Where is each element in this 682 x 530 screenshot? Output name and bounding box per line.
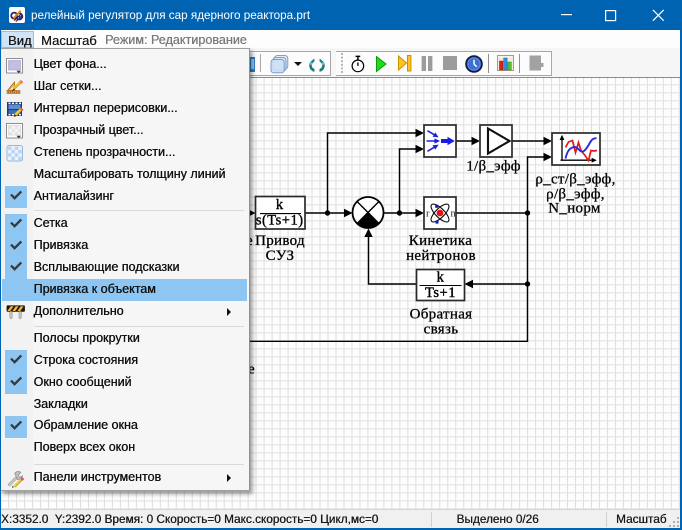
svg-text:нейтронов: нейтронов xyxy=(406,248,476,264)
svg-text:n: n xyxy=(451,209,457,220)
svg-text:ρ_ст/β_эфф,: ρ_ст/β_эфф, xyxy=(535,172,615,188)
svg-text:Обратная: Обратная xyxy=(410,307,473,323)
svg-text:s(Ts+1): s(Ts+1) xyxy=(256,213,304,229)
svg-text:N_норм: N_норм xyxy=(548,201,601,217)
svg-text:СУЗ: СУЗ xyxy=(266,248,295,264)
svg-text:Ts+1: Ts+1 xyxy=(425,285,456,301)
svg-text:Кинетика: Кинетика xyxy=(409,233,472,249)
svg-text:k: k xyxy=(276,197,284,213)
svg-text:k: k xyxy=(437,270,445,286)
svg-text:Привод: Привод xyxy=(255,233,305,249)
svg-text:1/β_эфф: 1/β_эфф xyxy=(466,159,521,175)
svg-text:связь: связь xyxy=(424,322,459,338)
svg-text:r: r xyxy=(426,209,430,220)
